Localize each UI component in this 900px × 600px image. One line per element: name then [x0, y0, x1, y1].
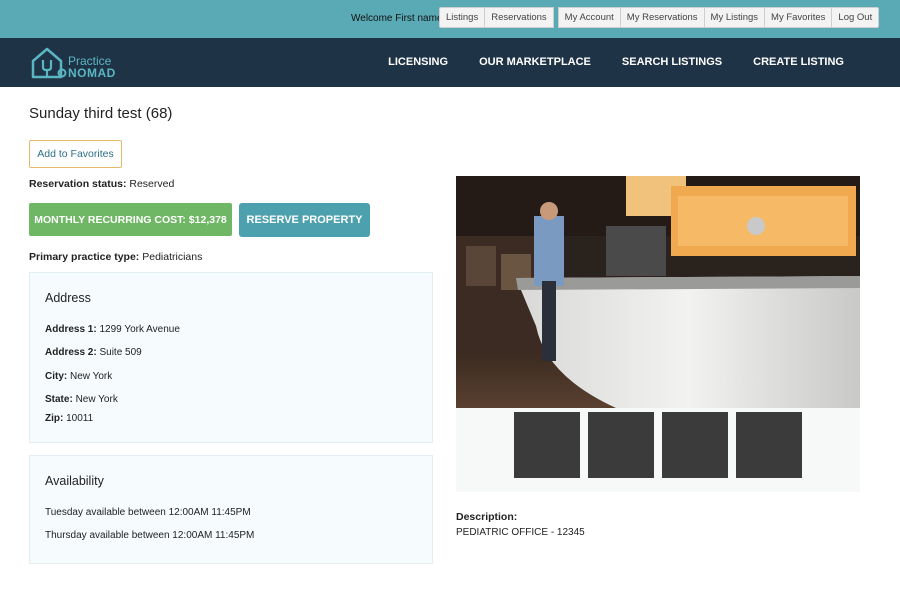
top-link-log-out[interactable]: Log Out: [832, 7, 880, 28]
top-link-my-reservations[interactable]: My Reservations: [620, 7, 705, 28]
monthly-cost-badge: MONTHLY RECURRING COST: $12,378: [29, 203, 232, 236]
brand-logo[interactable]: Practice NOMAD: [30, 46, 125, 80]
zip-field: Zip: 10011: [45, 413, 93, 424]
brand-wordmark: Practice NOMAD: [68, 55, 116, 79]
brand-line-2: NOMAD: [68, 66, 116, 80]
availability-panel: Availability Tuesday available between 1…: [29, 455, 433, 564]
house-icon: [31, 47, 67, 79]
main-nav: LICENSING OUR MARKETPLACE SEARCH LISTING…: [388, 56, 844, 68]
add-to-favorites-button[interactable]: Add to Favorites: [29, 140, 122, 168]
top-links: Listings Reservations My Account My Rese…: [439, 7, 880, 28]
primary-practice-type: Primary practice type: Pediatricians: [29, 251, 202, 263]
field-label: Address 1:: [45, 324, 97, 335]
listing-title: Sunday third test (68): [29, 105, 173, 122]
top-utility-bar: Welcome First name Listings Reservations…: [0, 0, 900, 38]
address-panel: Address Address 1: 1299 York Avenue Addr…: [29, 272, 433, 443]
field-value: Suite 509: [99, 347, 142, 358]
city-field: City: New York: [45, 371, 112, 382]
cafe-photo-image: [456, 176, 860, 408]
field-label: Zip:: [45, 413, 64, 424]
nav-our-marketplace[interactable]: OUR MARKETPLACE: [479, 56, 591, 68]
top-link-my-account[interactable]: My Account: [557, 7, 621, 28]
availability-heading: Availability: [45, 474, 104, 488]
listing-photo[interactable]: [456, 176, 860, 408]
photo-thumbnail-strip: [456, 408, 860, 492]
field-value: New York: [75, 394, 118, 405]
address-heading: Address: [45, 291, 91, 305]
availability-row: Thursday available between 12:00AM 11:45…: [45, 530, 255, 541]
top-link-reservations[interactable]: Reservations: [485, 7, 554, 28]
field-value: 10011: [66, 413, 94, 424]
field-label: Address 2:: [45, 347, 97, 358]
thumbnail-3[interactable]: [662, 412, 728, 478]
thumbnail-4[interactable]: [736, 412, 802, 478]
nav-create-listing[interactable]: CREATE LISTING: [753, 56, 844, 68]
field-value: New York: [70, 371, 113, 382]
reservation-status-value: Reserved: [129, 178, 175, 190]
nav-licensing[interactable]: LICENSING: [388, 56, 448, 68]
availability-row: Tuesday available between 12:00AM 11:45P…: [45, 507, 251, 518]
thumbnail-1[interactable]: [514, 412, 580, 478]
reservation-status: Reservation status: Reserved: [29, 178, 174, 190]
top-link-my-listings[interactable]: My Listings: [704, 7, 766, 28]
reserve-property-button[interactable]: RESERVE PROPERTY: [239, 203, 370, 237]
thumbnail-2[interactable]: [588, 412, 654, 478]
description-label: Description:: [456, 511, 518, 523]
field-value: 1299 York Avenue: [99, 324, 180, 335]
address-2-field: Address 2: Suite 509: [45, 347, 142, 358]
nav-search-listings[interactable]: SEARCH LISTINGS: [622, 56, 722, 68]
top-link-listings[interactable]: Listings: [439, 7, 486, 28]
reservation-status-label: Reservation status:: [29, 178, 127, 190]
state-field: State: New York: [45, 394, 118, 405]
welcome-text: Welcome First name: [351, 13, 443, 24]
main-navbar: Practice NOMAD LICENSING OUR MARKETPLACE…: [0, 38, 900, 87]
description-text: PEDIATRIC OFFICE - 12345: [456, 527, 585, 538]
address-1-field: Address 1: 1299 York Avenue: [45, 324, 180, 335]
practice-type-value: Pediatricians: [142, 251, 203, 263]
field-label: City:: [45, 371, 68, 382]
field-label: State:: [45, 394, 73, 405]
practice-type-label: Primary practice type:: [29, 251, 140, 263]
top-link-my-favorites[interactable]: My Favorites: [765, 7, 833, 28]
